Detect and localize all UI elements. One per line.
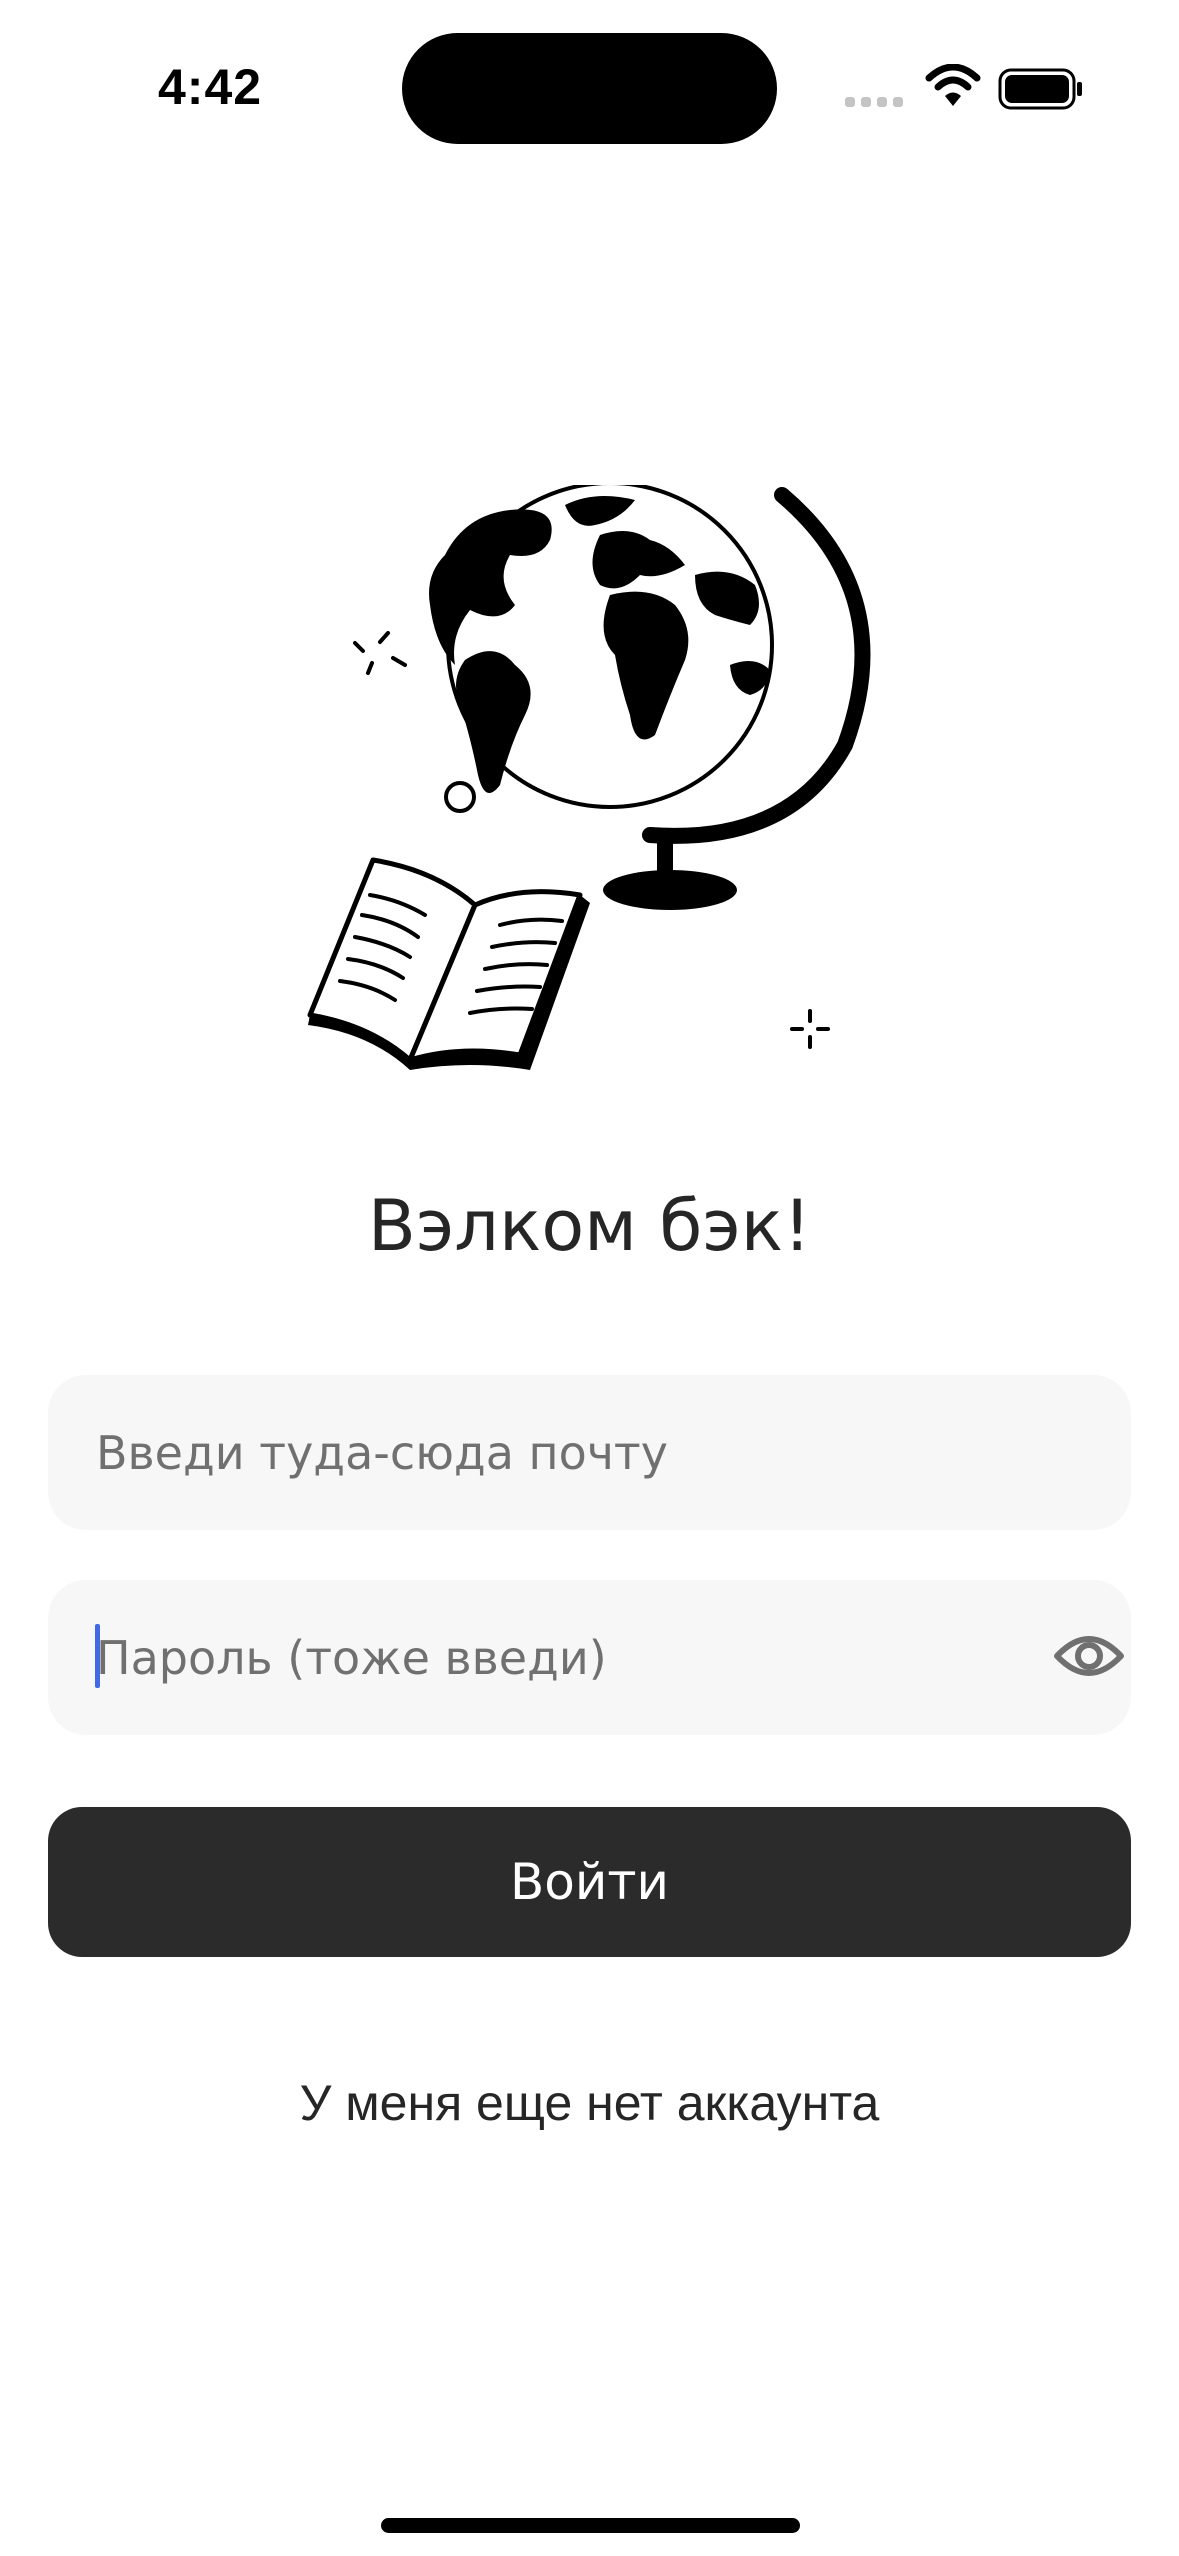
battery-icon [998,68,1082,110]
wifi-icon [925,64,981,106]
dynamic-island [402,33,777,144]
signup-link[interactable]: У меня еще нет аккаунта [0,2074,1179,2132]
home-indicator[interactable] [381,2518,800,2533]
login-screen: 4:42 Вэлком бэк! Введи туда-сюда почту П… [0,0,1179,2556]
email-field[interactable]: Введи туда-сюда почту [48,1375,1131,1530]
password-field[interactable]: Пароль (тоже введи) [48,1580,1131,1735]
globe-and-book-illustration [307,485,871,1070]
login-button[interactable]: Войти [48,1807,1131,1957]
eye-icon[interactable] [1053,1624,1125,1688]
cellular-signal-icon [845,92,909,111]
email-placeholder: Введи туда-сюда почту [96,1425,668,1480]
password-placeholder: Пароль (тоже введи) [96,1630,607,1685]
welcome-title: Вэлком бэк! [367,1185,812,1267]
status-time: 4:42 [158,59,263,115]
